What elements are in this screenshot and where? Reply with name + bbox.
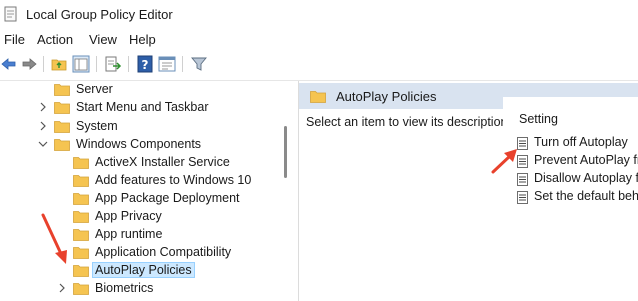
tree-item-server[interactable]: Server (0, 81, 290, 99)
folder-open-icon (54, 139, 70, 151)
setting-set-default-behavior[interactable]: Set the default beha (517, 188, 638, 206)
tree-item-label: System (76, 119, 118, 133)
group-policy-app-icon (4, 6, 17, 22)
folder-icon (310, 91, 326, 103)
setting-turn-off-autoplay[interactable]: Turn off Autoplay (517, 134, 638, 152)
tree-item-label: Add features to Windows 10 (95, 173, 252, 187)
setting-disallow-autoplay[interactable]: Disallow Autoplay f (517, 170, 638, 188)
folder-icon (73, 229, 89, 241)
setting-label: Disallow Autoplay f (534, 171, 638, 185)
folder-icon (73, 157, 89, 169)
tree-item-label: Server (76, 82, 113, 96)
filter-icon[interactable] (190, 55, 208, 73)
tree-item-system[interactable]: System (0, 118, 290, 136)
tree-item-label: App runtime (95, 227, 163, 241)
menu-bar: File Action View Help (0, 30, 638, 50)
folder-icon (73, 283, 89, 295)
setting-label: Prevent AutoPlay fr (534, 153, 638, 167)
menu-help[interactable]: Help (129, 32, 156, 47)
folder-icon (54, 102, 70, 114)
annotation-arrow-icon (491, 149, 517, 174)
toolbar-separator (182, 56, 183, 72)
forward-icon[interactable] (20, 55, 38, 73)
chevron-right-icon[interactable] (56, 282, 68, 294)
chevron-right-icon[interactable] (37, 120, 49, 132)
setting-label: Turn off Autoplay (534, 135, 628, 149)
tree-item-label: App Privacy (95, 209, 162, 223)
menu-view[interactable]: View (89, 32, 117, 47)
folder-icon (54, 121, 70, 133)
tree-item-start-menu-and-taskbar[interactable]: Start Menu and Taskbar (0, 99, 290, 117)
tree-item-label: Start Menu and Taskbar (76, 100, 209, 114)
folder-icon (73, 247, 89, 259)
folder-icon (73, 193, 89, 205)
tree-item-label: App Package Deployment (95, 191, 240, 205)
tree-item-biometrics[interactable]: Biometrics (0, 280, 290, 298)
export-list-icon[interactable] (104, 55, 122, 73)
back-icon[interactable] (0, 55, 18, 73)
tree-item-activex-installer-service[interactable]: ActiveX Installer Service (0, 154, 290, 172)
tree-item-add-features-to-windows-10[interactable]: Add features to Windows 10 (0, 172, 290, 190)
tree-item-windows-components[interactable]: Windows Components (0, 136, 290, 154)
chevron-right-icon[interactable] (37, 101, 49, 113)
details-pane: AutoPlay Policies Select an item to view… (299, 81, 638, 301)
properties-icon[interactable] (158, 55, 176, 73)
description-text: Select an item to view its description. (306, 115, 511, 129)
toolbar-separator (43, 56, 44, 72)
folder-icon (73, 175, 89, 187)
folder-icon (54, 84, 70, 96)
policy-setting-icon (517, 191, 528, 204)
tree-item-app-package-deployment[interactable]: App Package Deployment (0, 190, 290, 208)
help-icon[interactable]: ? (136, 55, 154, 73)
chevron-down-icon[interactable] (37, 138, 49, 150)
tree-item-label: Application Compatibility (95, 245, 232, 259)
setting-column-header[interactable]: Setting (519, 112, 558, 126)
folder-icon (73, 211, 89, 223)
tree-item-label: Windows Components (76, 137, 202, 151)
tree-item-label: ActiveX Installer Service (95, 155, 230, 169)
tree-item-label: Biometrics (95, 281, 154, 295)
details-header-title: AutoPlay Policies (336, 89, 437, 104)
show-hide-tree-icon[interactable] (72, 55, 90, 73)
annotation-arrow-icon (41, 213, 67, 264)
setting-prevent-autoplay[interactable]: Prevent AutoPlay fr (517, 152, 638, 170)
folder-icon (73, 265, 89, 277)
tree-scrollbar-thumb[interactable] (284, 126, 287, 178)
setting-label: Set the default beha (534, 189, 638, 203)
svg-text:?: ? (142, 58, 149, 72)
title-bar: Local Group Policy Editor (0, 0, 638, 30)
tree-item-label: AutoPlay Policies (92, 262, 195, 278)
toolbar-separator (96, 56, 97, 72)
toolbar: ? (0, 51, 638, 79)
up-folder-icon[interactable] (50, 55, 68, 73)
settings-list: Setting Turn off Autoplay Prevent AutoPl… (503, 97, 638, 297)
navigation-tree: Server Start Menu and Taskbar System Win… (0, 81, 290, 301)
menu-file[interactable]: File (4, 32, 25, 47)
window-title: Local Group Policy Editor (26, 7, 173, 22)
toolbar-separator (128, 56, 129, 72)
menu-action[interactable]: Action (37, 32, 73, 47)
